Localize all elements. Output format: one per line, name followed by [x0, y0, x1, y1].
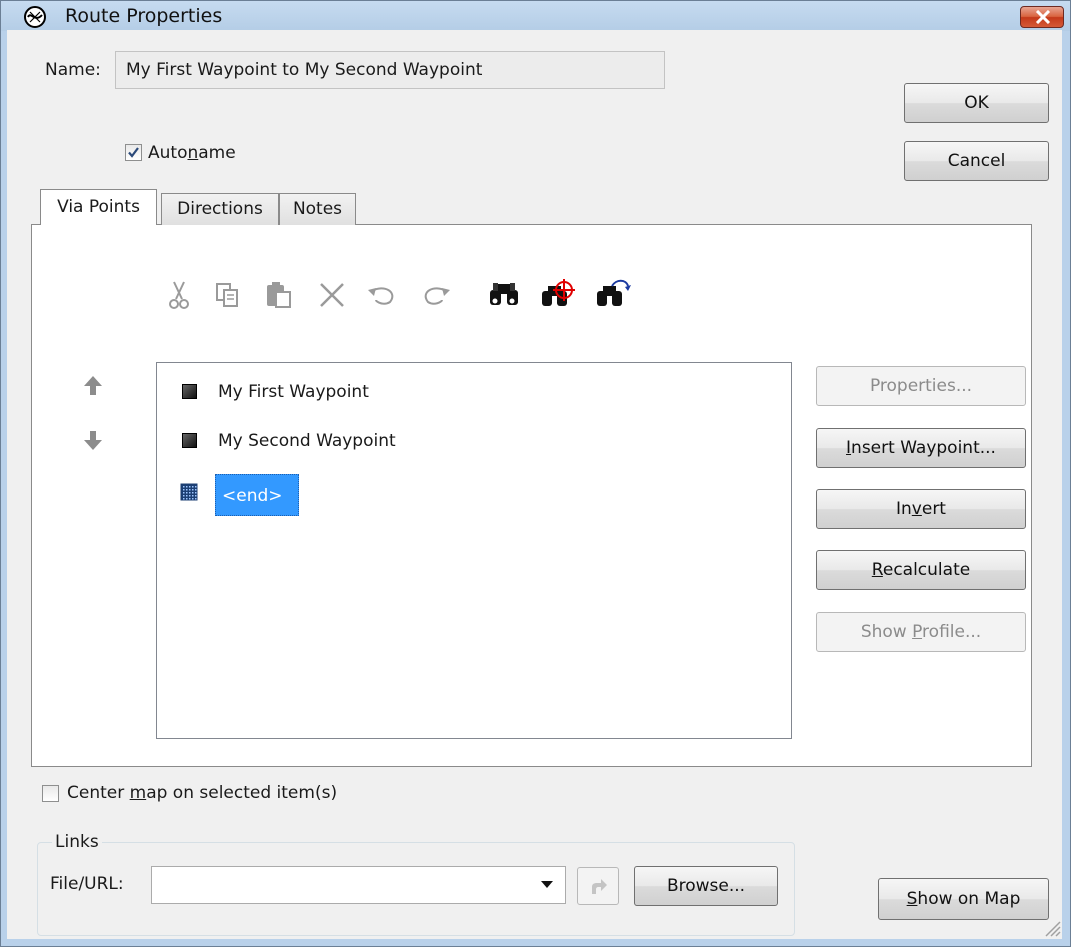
- links-group-label: Links: [52, 831, 102, 853]
- profile-label-a: Show: [860, 622, 913, 642]
- showmap-mnemonic: S: [906, 889, 918, 909]
- properties-button[interactable]: Properties...: [816, 366, 1026, 406]
- profile-label-b: rofile...: [922, 622, 982, 642]
- center-map-text-b: ap on selected item(s): [146, 783, 338, 803]
- paste-icon[interactable]: [264, 280, 294, 310]
- route-icon: [24, 6, 46, 28]
- open-link-button[interactable]: [577, 867, 619, 905]
- copy-icon[interactable]: [214, 281, 242, 309]
- tab-notes[interactable]: Notes: [279, 193, 356, 225]
- tab-directions[interactable]: Directions: [161, 193, 279, 225]
- name-label: Name:: [45, 60, 101, 80]
- open-link-icon: [592, 879, 607, 894]
- title-bar[interactable]: Route Properties: [1, 1, 1070, 31]
- recalculate-button[interactable]: Recalculate: [816, 550, 1026, 590]
- autoname-checkbox[interactable]: [125, 144, 142, 161]
- via-points-list[interactable]: [156, 362, 792, 739]
- cancel-button[interactable]: Cancel: [904, 141, 1049, 181]
- center-map-label[interactable]: Center map on selected item(s): [67, 782, 337, 804]
- insert-label: nsert Waypoint...: [851, 438, 996, 458]
- recalc-mnemonic: R: [871, 560, 883, 580]
- redo-icon[interactable]: [418, 286, 452, 306]
- close-button[interactable]: [1020, 6, 1064, 28]
- name-field[interactable]: My First Waypoint to My Second Waypoint: [115, 51, 665, 89]
- autoname-text-a: Auto: [148, 143, 188, 163]
- find-nearest-icon[interactable]: [538, 278, 578, 310]
- toolbar: [166, 278, 646, 312]
- tab-via-points[interactable]: Via Points: [40, 189, 157, 225]
- list-item[interactable]: My Second Waypoint: [218, 430, 396, 452]
- resize-grip-icon[interactable]: [1042, 918, 1062, 938]
- ok-button[interactable]: OK: [904, 83, 1049, 123]
- invert-mnemonic: v: [911, 499, 922, 519]
- autoname-label[interactable]: Autoname: [148, 142, 236, 164]
- find-icon[interactable]: [488, 281, 520, 307]
- profile-mnemonic: P: [912, 622, 923, 642]
- undo-icon[interactable]: [366, 286, 400, 306]
- delete-icon[interactable]: [318, 281, 346, 309]
- waypoint-icon: [182, 433, 197, 448]
- showmap-label: how on Map: [917, 889, 1021, 909]
- autoname-text-b: ame: [198, 143, 236, 163]
- insert-waypoint-button[interactable]: Insert Waypoint...: [816, 428, 1026, 468]
- file-url-combobox[interactable]: [151, 866, 566, 904]
- recalc-label: ecalculate: [882, 560, 971, 580]
- cut-icon[interactable]: [166, 280, 192, 310]
- checkmark-icon: [128, 147, 139, 158]
- show-on-map-button[interactable]: Show on Map: [878, 878, 1049, 920]
- move-up-icon[interactable]: [83, 375, 103, 397]
- invert-label-a: In: [896, 499, 912, 519]
- show-profile-button[interactable]: Show Profile...: [816, 612, 1026, 652]
- autoname-mnemonic: n: [187, 143, 199, 163]
- center-map-mnemonic: m: [129, 783, 147, 803]
- find-next-icon[interactable]: [594, 278, 634, 310]
- center-map-text-a: Center: [67, 783, 130, 803]
- invert-button[interactable]: Invert: [816, 489, 1026, 529]
- move-down-icon[interactable]: [83, 429, 103, 451]
- chevron-down-icon[interactable]: [541, 881, 553, 889]
- waypoint-icon: [182, 384, 197, 399]
- list-item[interactable]: My First Waypoint: [218, 381, 369, 403]
- list-item-end-selected[interactable]: <end>: [215, 474, 299, 516]
- center-map-checkbox[interactable]: [42, 785, 59, 802]
- browse-button[interactable]: Browse...: [634, 866, 778, 906]
- end-marker-icon: [180, 483, 198, 501]
- close-icon: [1035, 10, 1051, 24]
- window-title: Route Properties: [65, 5, 223, 27]
- invert-label-b: ert: [921, 499, 946, 519]
- file-url-label: File/URL:: [50, 874, 124, 894]
